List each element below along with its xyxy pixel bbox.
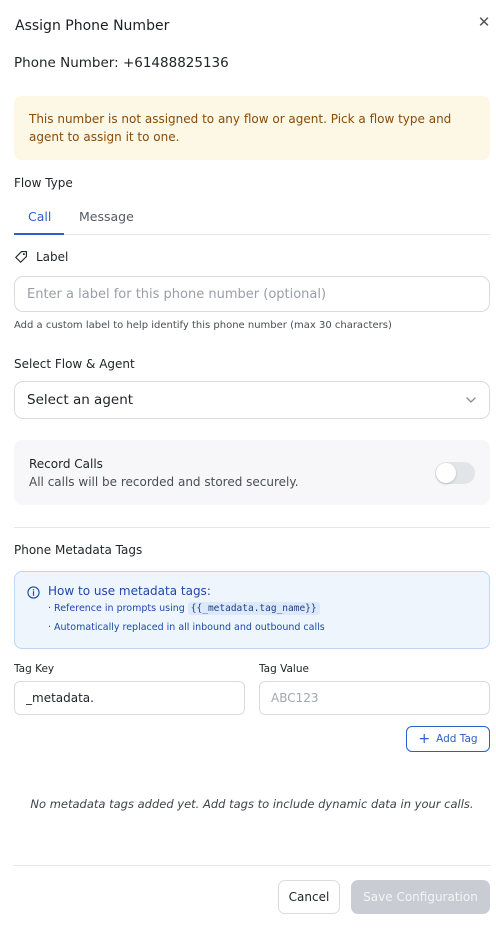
save-configuration-button[interactable]: Save Configuration xyxy=(351,880,490,914)
label-help-text: Add a custom label to help identify this… xyxy=(14,320,392,331)
add-tag-label: Add Tag xyxy=(436,733,478,745)
metadata-info-line-2: · Automatically replaced in all inbound … xyxy=(48,622,325,633)
record-calls-toggle[interactable] xyxy=(435,462,475,484)
tab-message[interactable]: Message xyxy=(79,209,134,224)
flow-type-tabs: Call Message xyxy=(14,200,490,235)
unassigned-alert: This number is not assigned to any flow … xyxy=(14,96,490,160)
cancel-button[interactable]: Cancel xyxy=(278,880,340,914)
tag-value-label: Tag Value xyxy=(259,663,309,675)
active-tab-indicator xyxy=(14,233,64,235)
plus-icon: + xyxy=(418,731,431,747)
metadata-info-box: How to use metadata tags: · Reference in… xyxy=(14,571,490,649)
metadata-empty-message: No metadata tags added yet. Add tags to … xyxy=(30,797,474,811)
tag-value-input[interactable] xyxy=(259,681,490,715)
phone-number-text: Phone Number: +61488825136 xyxy=(14,55,229,71)
select-flow-agent-label: Select Flow & Agent xyxy=(14,357,135,371)
tag-key-input[interactable] xyxy=(14,681,245,715)
metadata-info-line-1: · Reference in prompts using {{_metadata… xyxy=(48,602,320,615)
tab-call[interactable]: Call xyxy=(28,209,51,224)
info-icon xyxy=(27,586,40,599)
record-calls-description: All calls will be recorded and stored se… xyxy=(29,475,299,489)
tag-key-label: Tag Key xyxy=(14,663,55,675)
metadata-info-line-1-text: · Reference in prompts using xyxy=(48,603,185,614)
agent-select[interactable]: Select an agent xyxy=(14,381,490,419)
add-tag-button[interactable]: + Add Tag xyxy=(406,726,490,752)
record-calls-card: Record Calls All calls will be recorded … xyxy=(14,440,490,505)
dialog-title: Assign Phone Number xyxy=(15,18,170,34)
toggle-knob xyxy=(436,463,456,483)
label-field-label: Label xyxy=(36,250,69,264)
agent-select-value: Select an agent xyxy=(27,392,134,408)
chevron-down-icon xyxy=(466,397,476,403)
label-input[interactable] xyxy=(14,276,490,312)
flow-type-label: Flow Type xyxy=(14,176,73,190)
footer-divider xyxy=(14,865,490,866)
section-divider xyxy=(14,527,490,528)
tag-icon xyxy=(15,251,27,263)
close-icon[interactable]: ✕ xyxy=(476,14,492,30)
record-calls-title: Record Calls xyxy=(29,457,103,471)
metadata-info-title: How to use metadata tags: xyxy=(48,584,211,598)
metadata-code-sample: {{_metadata.tag_name}} xyxy=(187,602,320,615)
metadata-section-title: Phone Metadata Tags xyxy=(14,543,143,557)
